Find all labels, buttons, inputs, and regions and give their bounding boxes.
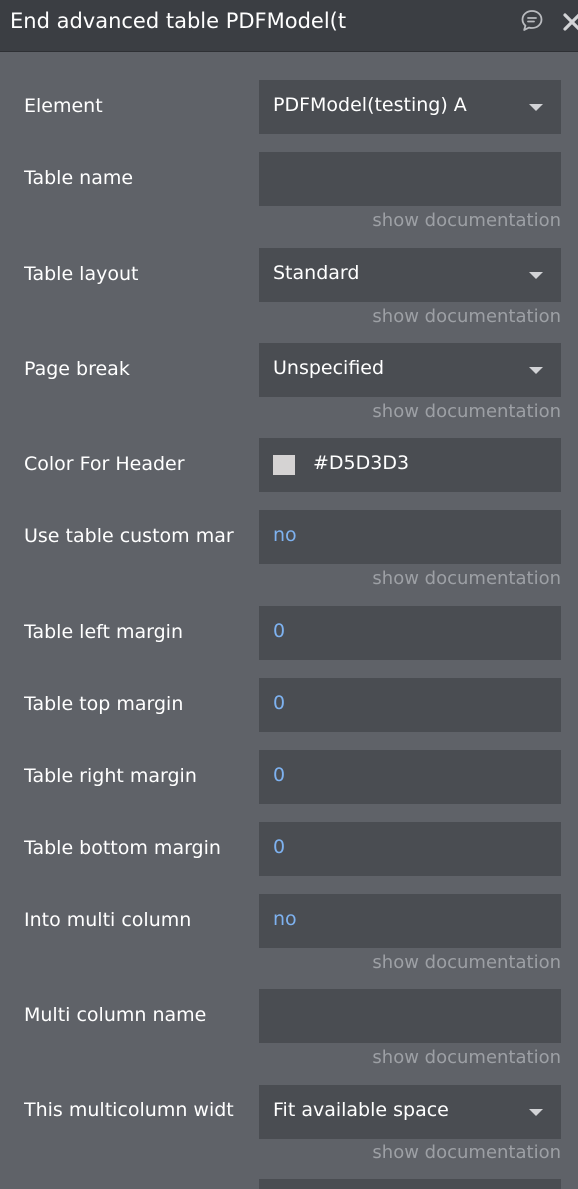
use-table-custom-margin-value: no [273,524,297,546]
panel-header: End advanced table PDFModel(t [0,0,578,52]
page-break-value: Unspecified [273,357,385,379]
into-multi-column-label: Into multi column [24,909,192,931]
page-break-dropdown[interactable]: Unspecified [259,343,561,397]
use-table-custom-margin-input[interactable]: no [259,510,561,564]
show-documentation-link[interactable]: show documentation [372,306,561,327]
chevron-down-icon [529,272,543,279]
table-top-margin-input[interactable]: 0 [259,678,561,732]
color-for-header-label: Color For Header [24,453,185,475]
chevron-down-icon [529,367,543,374]
multicolumn-width-value: Fit available space [273,1099,449,1121]
table-bottom-margin-input[interactable]: 0 [259,822,561,876]
table-layout-value: Standard [273,262,360,284]
table-right-margin-input[interactable]: 0 [259,750,561,804]
into-multi-column-value: no [273,908,297,930]
multi-column-name-input[interactable] [259,989,561,1043]
comment-icon[interactable] [519,8,545,34]
element-value: PDFModel(testing) A [273,94,467,116]
page-break-label: Page break [24,358,130,380]
show-documentation-link[interactable]: show documentation [372,1142,561,1163]
color-picker-field[interactable]: #D5D3D3 [259,438,561,492]
color-swatch[interactable] [273,455,295,475]
close-icon[interactable] [562,12,578,32]
chevron-down-icon [529,104,543,111]
table-right-margin-value: 0 [273,764,286,786]
table-name-input[interactable] [259,152,561,206]
table-top-margin-value: 0 [273,692,286,714]
panel-title: End advanced table PDFModel(t [10,9,347,33]
table-name-label: Table name [24,167,134,189]
show-documentation-link[interactable]: show documentation [372,568,561,589]
next-field[interactable] [259,1179,561,1189]
element-label: Element [24,95,103,117]
table-bottom-margin-value: 0 [273,836,286,858]
table-left-margin-label: Table left margin [24,621,183,643]
multicolumn-width-label: This multicolumn widt [24,1099,234,1121]
show-documentation-link[interactable]: show documentation [372,1047,561,1068]
table-left-margin-value: 0 [273,620,286,642]
table-bottom-margin-label: Table bottom margin [24,837,221,859]
table-left-margin-input[interactable]: 0 [259,606,561,660]
multi-column-name-label: Multi column name [24,1004,207,1026]
element-dropdown[interactable]: PDFModel(testing) A [259,80,561,134]
table-layout-dropdown[interactable]: Standard [259,248,561,302]
multicolumn-width-dropdown[interactable]: Fit available space [259,1085,561,1139]
table-layout-label: Table layout [24,263,139,285]
table-right-margin-label: Table right margin [24,765,197,787]
color-hex-value: #D5D3D3 [313,452,410,474]
show-documentation-link[interactable]: show documentation [372,952,561,973]
into-multi-column-input[interactable]: no [259,894,561,948]
use-table-custom-margin-label: Use table custom mar [24,525,234,547]
chevron-down-icon [529,1109,543,1116]
show-documentation-link[interactable]: show documentation [372,210,561,231]
show-documentation-link[interactable]: show documentation [372,401,561,422]
table-top-margin-label: Table top margin [24,693,184,715]
